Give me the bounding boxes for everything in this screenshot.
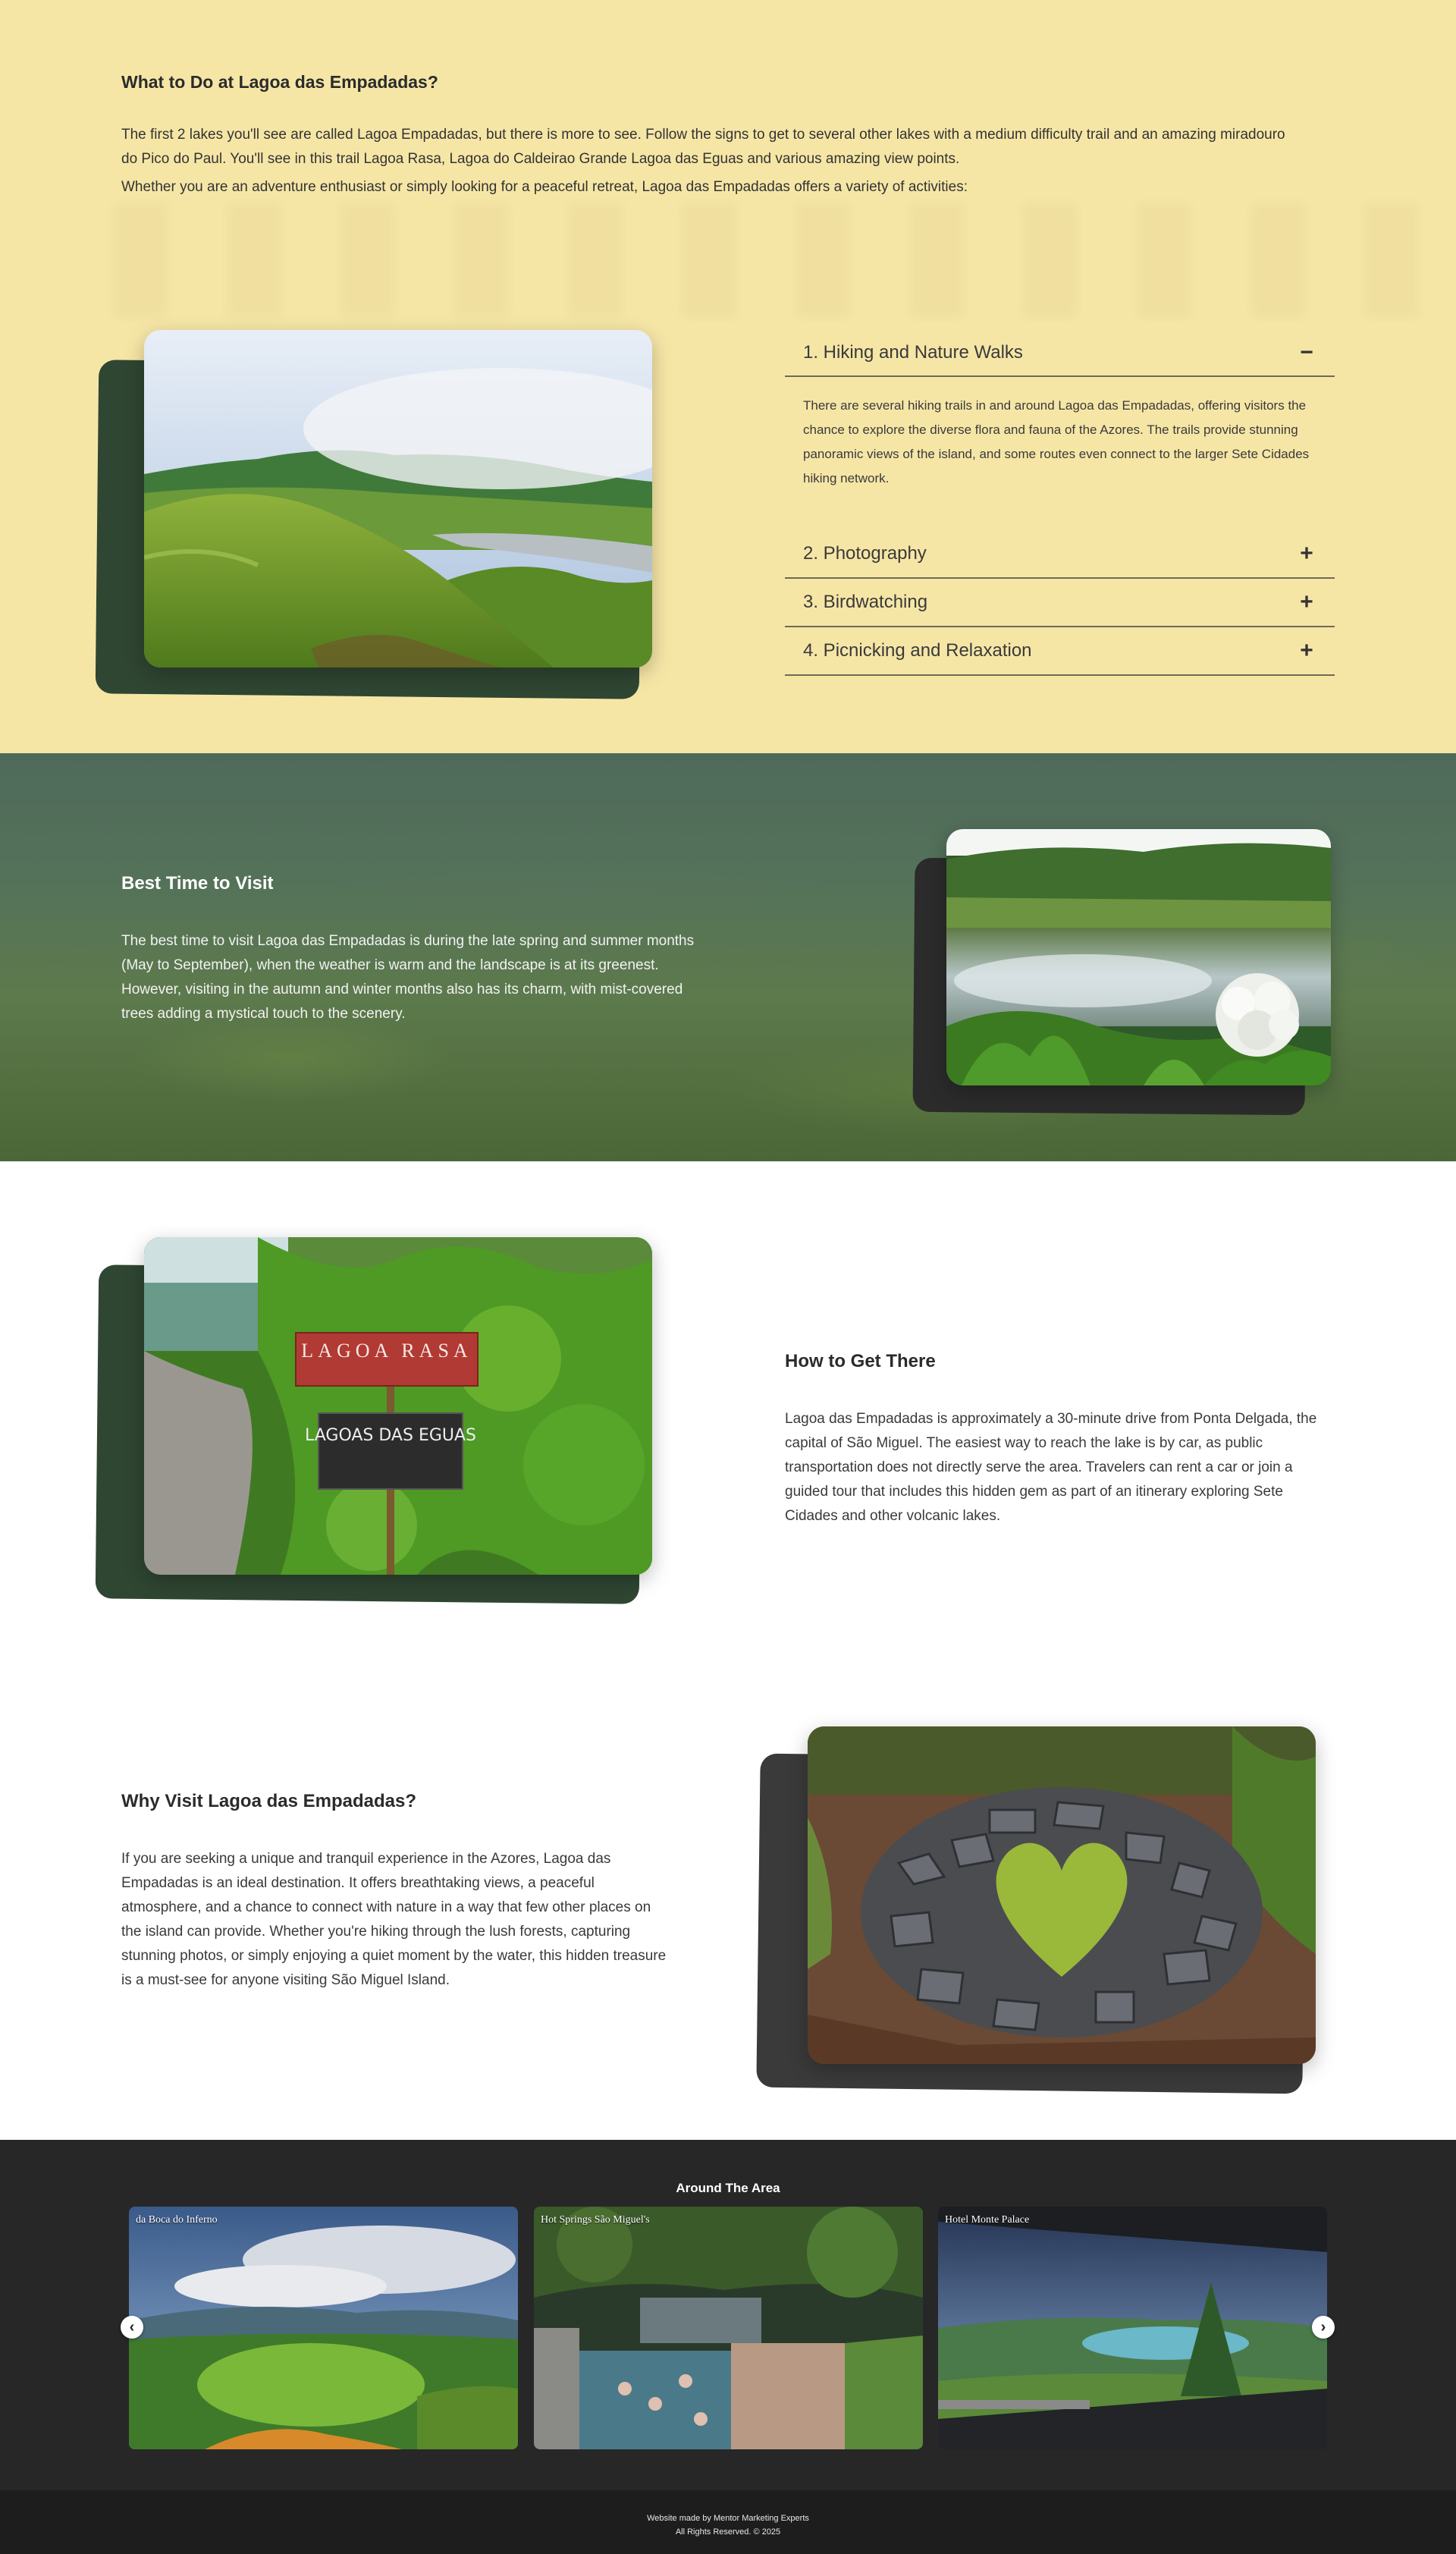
misty-hills-photo <box>144 330 652 668</box>
accordion-title: 3. Birdwatching <box>803 592 928 612</box>
minus-icon[interactable]: − <box>1297 341 1316 364</box>
why-visit-title: Why Visit Lagoa das Empadadas? <box>121 1791 416 1811</box>
why-visit-text: If you are seeking a unique and tranquil… <box>121 1851 667 1988</box>
footer-credit: Website made by Mentor Marketing Experts <box>647 2514 809 2523</box>
carousel-next-button[interactable]: › <box>1312 2316 1335 2339</box>
accordion-title: 1. Hiking and Nature Walks <box>803 342 1023 363</box>
sign-text-top: LAGOA RASA <box>301 1340 472 1362</box>
accordion-header-photography[interactable]: 2. Photography + <box>785 530 1335 577</box>
carousel-card[interactable]: Hot Springs São Miguel's <box>534 2207 923 2449</box>
activities-accordion: 1. Hiking and Nature Walks − There are s… <box>785 330 1335 676</box>
accordion-header-hiking[interactable]: 1. Hiking and Nature Walks − <box>785 330 1335 377</box>
accordion-header-birdwatching[interactable]: 3. Birdwatching + <box>785 579 1335 626</box>
how-to-get-title: How to Get There <box>785 1351 936 1371</box>
carousel-card-caption: Hot Springs São Miguel's <box>541 2214 650 2226</box>
accordion-item-photography: 2. Photography + <box>785 530 1335 579</box>
accordion-title: 4. Picnicking and Relaxation <box>803 640 1032 661</box>
accordion-item-hiking: 1. Hiking and Nature Walks − There are s… <box>785 330 1335 530</box>
accordion-title: 2. Photography <box>803 543 927 564</box>
carousel-prev-button[interactable]: ‹ <box>121 2316 143 2339</box>
why-visit-block: Why Visit Lagoa das Empadadas? If you ar… <box>121 1791 667 1993</box>
plus-icon[interactable]: + <box>1297 542 1316 565</box>
around-area-section: Around The Area da Boca do Inferno Hot S… <box>0 2140 1456 2490</box>
how-to-get-block: How to Get There Lagoa das Empadadas is … <box>785 1351 1331 1528</box>
sign-text-bottom: LAGOAS DAS EGUAS <box>305 1426 476 1445</box>
accordion-body-hiking: There are several hiking trails in and a… <box>803 398 1310 485</box>
faded-background-text <box>114 203 1418 317</box>
lake-hydrangea-photo <box>946 829 1331 1085</box>
plus-icon[interactable]: + <box>1297 639 1316 662</box>
intro-title: What to Do at Lagoa das Empadadas? <box>121 72 438 92</box>
carousel-card[interactable]: Hotel Monte Palace <box>938 2207 1327 2449</box>
around-area-title: Around The Area <box>676 2181 780 2195</box>
chevron-left-icon: ‹ <box>129 2318 135 2336</box>
best-time-title: Best Time to Visit <box>121 873 274 894</box>
accordion-header-picnicking[interactable]: 4. Picnicking and Relaxation + <box>785 627 1335 674</box>
best-time-section: Best Time to Visit The best time to visi… <box>0 753 1456 1161</box>
intro-block: What to Do at Lagoa das Empadadas? The f… <box>121 72 1304 203</box>
travel-info-section: LAGOA RASA LAGOAS DAS EGUAS How to Get T… <box>0 1161 1456 2140</box>
plus-icon[interactable]: + <box>1297 591 1316 614</box>
footer: Website made by Mentor Marketing Experts… <box>0 2490 1456 2554</box>
how-to-get-text: Lagoa das Empadadas is approximately a 3… <box>785 1411 1317 1524</box>
best-time-text: The best time to visit Lagoa das Empadad… <box>121 933 695 1022</box>
accordion-item-picnicking: 4. Picnicking and Relaxation + <box>785 627 1335 676</box>
stone-heart-photo <box>808 1726 1316 2064</box>
accordion-item-birdwatching: 3. Birdwatching + <box>785 579 1335 627</box>
footer-copyright: All Rights Reserved. © 2025 <box>675 2527 781 2537</box>
carousel-card-caption: Hotel Monte Palace <box>945 2214 1030 2226</box>
carousel-card-caption: da Boca do Inferno <box>136 2214 218 2226</box>
chevron-right-icon: › <box>1320 2318 1326 2336</box>
trail-sign-photo: LAGOA RASA LAGOAS DAS EGUAS <box>144 1237 652 1575</box>
intro-paragraph-2: Whether you are an adventure enthusiast … <box>121 179 968 195</box>
activities-section: What to Do at Lagoa das Empadadas? The f… <box>0 0 1456 753</box>
intro-paragraph-1: The first 2 lakes you'll see are called … <box>121 127 1285 167</box>
best-time-block: Best Time to Visit The best time to visi… <box>121 873 701 1026</box>
carousel-card[interactable]: da Boca do Inferno <box>129 2207 518 2449</box>
